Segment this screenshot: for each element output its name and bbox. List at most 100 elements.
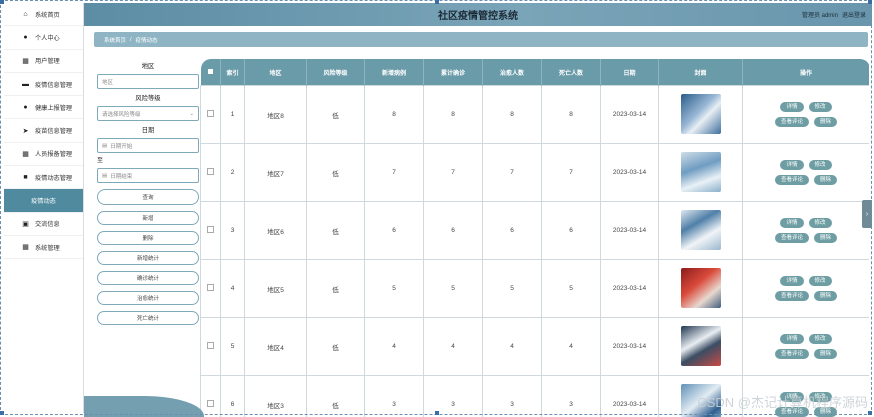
query-button[interactable]: 查询: [97, 189, 199, 205]
sidebar-item-dynamics-mgmt[interactable]: ■ 疫情动态管理: [4, 166, 83, 190]
cell-region: 地区3: [244, 375, 307, 417]
cell-region: 地区5: [244, 259, 307, 318]
edit-button[interactable]: 修改: [808, 276, 832, 286]
cell-index: 6: [220, 375, 245, 417]
edit-button[interactable]: 修改: [808, 160, 832, 170]
add-button[interactable]: 新增: [97, 211, 199, 225]
date-end-input[interactable]: ▤ 日期结束: [97, 168, 199, 183]
table-row: 1 地区8 低 8 8 8 8 2023-03-14 详情 修改 查看评论 删除: [200, 85, 869, 144]
logout-link[interactable]: 退出登录: [842, 10, 866, 19]
grid-icon: ▦: [22, 57, 29, 65]
view-comments-button[interactable]: 查看评论: [774, 291, 809, 301]
resize-handle[interactable]: [0, 0, 4, 4]
delete-button[interactable]: 删除: [97, 231, 199, 245]
region-input[interactable]: 地区: [97, 74, 199, 89]
watermark: CSDN @杰记计算机程序源码: [697, 395, 868, 410]
sidebar-item-personnel[interactable]: ▦ 人员报备管理: [4, 143, 83, 167]
row-checkbox[interactable]: [200, 201, 221, 260]
edit-button[interactable]: 修改: [808, 218, 832, 228]
row-checkbox[interactable]: [200, 375, 221, 417]
detail-button[interactable]: 详情: [780, 334, 804, 344]
row-checkbox[interactable]: [200, 317, 221, 376]
row-delete-button[interactable]: 删除: [814, 117, 838, 127]
row-delete-button[interactable]: 删除: [814, 349, 838, 359]
view-comments-button[interactable]: 查看评论: [774, 175, 809, 185]
sidebar-item-users[interactable]: ▦ 用户管理: [4, 50, 83, 73]
sidebar: ⌂ 系统首页 ● 个人中心 ▦ 用户管理 ▬ 疫情信息管理 ● 健康上报管理 ➤ 疫苗信息管…: [4, 3, 84, 413]
cover-image[interactable]: [680, 209, 721, 250]
cell-region: 地区8: [244, 85, 307, 144]
table-row: 4 地区5 低 5 5 5 5 2023-03-14 详情 修改 查看评论 删除: [200, 259, 869, 318]
calendar-icon: ▤: [102, 172, 108, 179]
row-checkbox[interactable]: [200, 143, 221, 202]
row-delete-button[interactable]: 删除: [814, 291, 838, 301]
detail-button[interactable]: 详情: [780, 102, 804, 112]
edit-button[interactable]: 修改: [808, 102, 832, 112]
sidebar-item-vaccine[interactable]: ➤ 疫苗信息管理: [4, 119, 83, 143]
stat-cured-button[interactable]: 治愈统计: [97, 291, 199, 305]
cell-date: 2023-03-14: [600, 259, 659, 318]
stat-confirmed-button[interactable]: 确诊统计: [97, 271, 199, 285]
sidebar-item-system[interactable]: ▦ 系统管理: [4, 236, 83, 260]
resize-handle[interactable]: [0, 411, 4, 415]
detail-button[interactable]: 详情: [780, 276, 804, 286]
region-label: 地区: [141, 63, 155, 70]
cell-new-cases: 7: [364, 143, 424, 202]
detail-button[interactable]: 详情: [780, 218, 804, 228]
view-comments-button[interactable]: 查看评论: [774, 233, 809, 243]
cell-region: 地区4: [244, 317, 307, 376]
cell-deaths: 8: [541, 85, 601, 144]
cell-cover: [658, 143, 743, 202]
cover-image[interactable]: [680, 325, 721, 366]
resize-handle[interactable]: [435, 411, 439, 415]
cover-image[interactable]: [680, 267, 721, 308]
row-delete-button[interactable]: 删除: [814, 175, 838, 185]
view-comments-button[interactable]: 查看评论: [774, 117, 809, 127]
resize-handle[interactable]: [868, 0, 872, 4]
row-checkbox[interactable]: [200, 259, 221, 318]
row-checkbox[interactable]: [200, 85, 221, 144]
cell-cured: 6: [482, 201, 542, 260]
cell-new-cases: 5: [364, 259, 424, 318]
view-comments-button[interactable]: 查看评论: [774, 349, 809, 359]
breadcrumb-home[interactable]: 系统首页: [104, 36, 126, 44]
sidebar-item-home[interactable]: ⌂ 系统首页: [4, 3, 83, 27]
stat-new-button[interactable]: 新增统计: [97, 251, 199, 265]
chevron-down-icon: ⌄: [189, 110, 194, 117]
detail-button[interactable]: 详情: [780, 160, 804, 170]
cell-total-confirmed: 6: [423, 201, 483, 260]
sidebar-item-profile[interactable]: ● 个人中心: [4, 26, 83, 50]
cell-risk: 低: [306, 259, 365, 318]
date-start-input[interactable]: ▤ 日期开始: [97, 138, 199, 153]
cell-risk: 低: [306, 317, 365, 376]
cell-new-cases: 8: [364, 85, 424, 144]
cover-image[interactable]: [680, 151, 721, 192]
sidebar-item-dynamics[interactable]: 疫情动态: [4, 189, 83, 213]
edit-button[interactable]: 修改: [808, 334, 832, 344]
col-risk: 风险等级: [306, 59, 365, 86]
cell-risk: 低: [306, 375, 365, 417]
date-label: 日期: [141, 127, 155, 134]
resize-handle[interactable]: [868, 411, 872, 415]
col-deaths: 死亡人数: [541, 59, 601, 86]
select-all-checkbox[interactable]: [200, 59, 221, 86]
sidebar-item-epidemic-info[interactable]: ▬ 疫情信息管理: [4, 73, 83, 97]
cell-cured: 4: [482, 317, 542, 376]
col-cured: 治愈人数: [482, 59, 542, 86]
cell-region: 地区6: [244, 201, 307, 260]
cell-cured: 8: [482, 85, 542, 144]
cell-actions: 详情 修改查看评论 删除: [742, 317, 869, 376]
cover-image[interactable]: [680, 93, 721, 134]
sidebar-item-chat[interactable]: ▣ 交流信息: [4, 213, 83, 236]
user-bar: 管理员 admin 退出登录: [802, 10, 866, 19]
cell-cured: 7: [482, 143, 542, 202]
breadcrumb-separator: /: [130, 36, 132, 43]
row-delete-button[interactable]: 删除: [814, 233, 838, 243]
cell-region: 地区7: [244, 143, 307, 202]
sidebar-item-health-report[interactable]: ● 健康上报管理: [4, 96, 83, 120]
cell-cover: [658, 201, 743, 260]
resize-handle[interactable]: [435, 0, 439, 4]
stat-death-button[interactable]: 死亡统计: [97, 311, 199, 325]
side-scroll-tab[interactable]: ›: [862, 200, 872, 228]
risk-select[interactable]: 请选择风险等级 ⌄: [97, 106, 199, 121]
